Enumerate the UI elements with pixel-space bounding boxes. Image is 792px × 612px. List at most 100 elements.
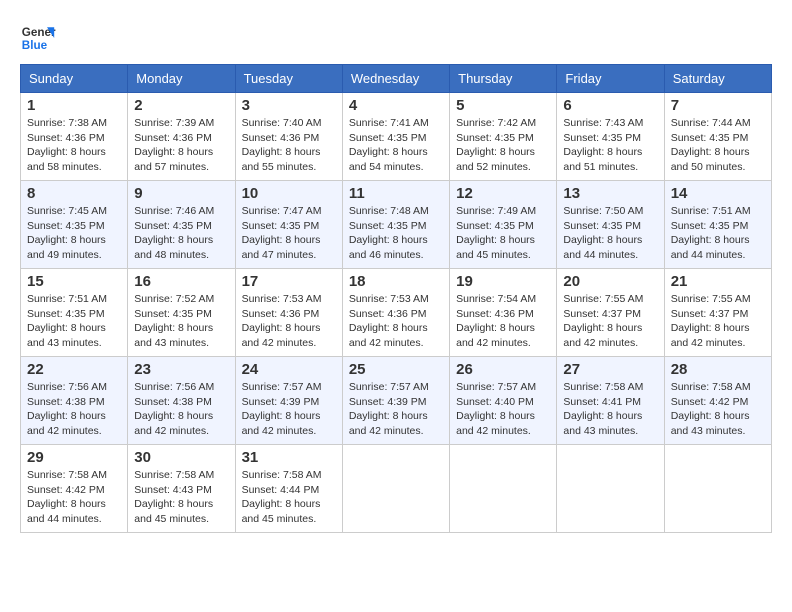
- day-detail: Sunrise: 7:51 AMSunset: 4:35 PMDaylight:…: [27, 292, 121, 351]
- logo-icon: General Blue: [20, 20, 56, 56]
- day-detail: Sunrise: 7:57 AMSunset: 4:40 PMDaylight:…: [456, 380, 550, 439]
- calendar-cell: 15 Sunrise: 7:51 AMSunset: 4:35 PMDayligh…: [21, 269, 128, 357]
- calendar-cell: 27Sunrise: 7:58 AMSunset: 4:41 PMDayligh…: [557, 357, 664, 445]
- day-number: 27: [563, 361, 657, 378]
- header-row: SundayMondayTuesdayWednesdayThursdayFrid…: [21, 65, 772, 93]
- day-detail: Sunrise: 7:52 AMSunset: 4:35 PMDaylight:…: [134, 292, 228, 351]
- day-number: 25: [349, 361, 443, 378]
- calendar-cell: 22Sunrise: 7:56 AMSunset: 4:38 PMDayligh…: [21, 357, 128, 445]
- day-detail: Sunrise: 7:53 AMSunset: 4:36 PMDaylight:…: [349, 292, 443, 351]
- calendar-cell: 23Sunrise: 7:56 AMSunset: 4:38 PMDayligh…: [128, 357, 235, 445]
- day-number: 18: [349, 273, 443, 290]
- day-number: 5: [456, 97, 550, 114]
- calendar-cell: 19 Sunrise: 7:54 AMSunset: 4:36 PMDayligh…: [450, 269, 557, 357]
- calendar-cell: 25 Sunrise: 7:57 AMSunset: 4:39 PMDayligh…: [342, 357, 449, 445]
- day-number: 20: [563, 273, 657, 290]
- day-detail: Sunrise: 7:45 AMSunset: 4:35 PMDaylight:…: [27, 204, 121, 263]
- day-detail: Sunrise: 7:38 AMSunset: 4:36 PMDaylight:…: [27, 116, 121, 175]
- day-number: 21: [671, 273, 765, 290]
- calendar-cell: 14 Sunrise: 7:51 AMSunset: 4:35 PMDayligh…: [664, 181, 771, 269]
- calendar-cell: 28 Sunrise: 7:58 AMSunset: 4:42 PMDayligh…: [664, 357, 771, 445]
- calendar-cell: 4 Sunrise: 7:41 AMSunset: 4:35 PMDaylight…: [342, 93, 449, 181]
- day-detail: Sunrise: 7:47 AMSunset: 4:35 PMDaylight:…: [242, 204, 336, 263]
- day-number: 19: [456, 273, 550, 290]
- day-number: 17: [242, 273, 336, 290]
- day-number: 13: [563, 185, 657, 202]
- day-detail: Sunrise: 7:54 AMSunset: 4:36 PMDaylight:…: [456, 292, 550, 351]
- col-header-sunday: Sunday: [21, 65, 128, 93]
- day-number: 11: [349, 185, 443, 202]
- day-detail: Sunrise: 7:56 AMSunset: 4:38 PMDaylight:…: [134, 380, 228, 439]
- calendar-cell: 2 Sunrise: 7:39 AMSunset: 4:36 PMDaylight…: [128, 93, 235, 181]
- day-detail: Sunrise: 7:58 AMSunset: 4:42 PMDaylight:…: [27, 468, 121, 527]
- day-number: 4: [349, 97, 443, 114]
- day-number: 24: [242, 361, 336, 378]
- calendar-cell: 18 Sunrise: 7:53 AMSunset: 4:36 PMDayligh…: [342, 269, 449, 357]
- day-number: 28: [671, 361, 765, 378]
- day-number: 2: [134, 97, 228, 114]
- col-header-saturday: Saturday: [664, 65, 771, 93]
- calendar-cell: 5 Sunrise: 7:42 AMSunset: 4:35 PMDaylight…: [450, 93, 557, 181]
- calendar-cell: [342, 445, 449, 533]
- day-number: 12: [456, 185, 550, 202]
- col-header-tuesday: Tuesday: [235, 65, 342, 93]
- day-number: 1: [27, 97, 121, 114]
- day-number: 7: [671, 97, 765, 114]
- calendar-cell: 17Sunrise: 7:53 AMSunset: 4:36 PMDayligh…: [235, 269, 342, 357]
- calendar-cell: 12 Sunrise: 7:49 AMSunset: 4:35 PMDayligh…: [450, 181, 557, 269]
- day-number: 16: [134, 273, 228, 290]
- day-detail: Sunrise: 7:55 AMSunset: 4:37 PMDaylight:…: [563, 292, 657, 351]
- day-detail: Sunrise: 7:49 AMSunset: 4:35 PMDaylight:…: [456, 204, 550, 263]
- day-number: 14: [671, 185, 765, 202]
- col-header-monday: Monday: [128, 65, 235, 93]
- day-number: 9: [134, 185, 228, 202]
- col-header-thursday: Thursday: [450, 65, 557, 93]
- calendar-cell: 11 Sunrise: 7:48 AMSunset: 4:35 PMDayligh…: [342, 181, 449, 269]
- day-detail: Sunrise: 7:43 AMSunset: 4:35 PMDaylight:…: [563, 116, 657, 175]
- calendar-cell: 6 Sunrise: 7:43 AMSunset: 4:35 PMDaylight…: [557, 93, 664, 181]
- col-header-friday: Friday: [557, 65, 664, 93]
- day-number: 3: [242, 97, 336, 114]
- day-number: 26: [456, 361, 550, 378]
- day-detail: Sunrise: 7:50 AMSunset: 4:35 PMDaylight:…: [563, 204, 657, 263]
- day-detail: Sunrise: 7:58 AMSunset: 4:44 PMDaylight:…: [242, 468, 336, 527]
- calendar-cell: 7 Sunrise: 7:44 AMSunset: 4:35 PMDaylight…: [664, 93, 771, 181]
- day-detail: Sunrise: 7:39 AMSunset: 4:36 PMDaylight:…: [134, 116, 228, 175]
- week-row-4: 22 Sunrise: 7:56 AMSunset: 4:38 PMDayligh…: [21, 357, 772, 445]
- logo: General Blue: [20, 20, 56, 56]
- calendar-cell: [664, 445, 771, 533]
- week-row-1: 1 Sunrise: 7:38 AMSunset: 4:36 PMDaylight…: [21, 93, 772, 181]
- calendar-cell: 8Sunrise: 7:45 AMSunset: 4:35 PMDaylight…: [21, 181, 128, 269]
- calendar-cell: 10 Sunrise: 7:47 AMSunset: 4:35 PMDayligh…: [235, 181, 342, 269]
- day-detail: Sunrise: 7:48 AMSunset: 4:35 PMDaylight:…: [349, 204, 443, 263]
- day-number: 15: [27, 273, 121, 290]
- day-detail: Sunrise: 7:57 AMSunset: 4:39 PMDaylight:…: [242, 380, 336, 439]
- day-detail: Sunrise: 7:42 AMSunset: 4:35 PMDaylight:…: [456, 116, 550, 175]
- day-detail: Sunrise: 7:46 AMSunset: 4:35 PMDaylight:…: [134, 204, 228, 263]
- day-detail: Sunrise: 7:57 AMSunset: 4:39 PMDaylight:…: [349, 380, 443, 439]
- calendar-cell: 1 Sunrise: 7:38 AMSunset: 4:36 PMDaylight…: [21, 93, 128, 181]
- calendar-cell: 31 Sunrise: 7:58 AMSunset: 4:44 PMDayligh…: [235, 445, 342, 533]
- calendar-cell: 26 Sunrise: 7:57 AMSunset: 4:40 PMDayligh…: [450, 357, 557, 445]
- day-number: 29: [27, 449, 121, 466]
- day-detail: Sunrise: 7:51 AMSunset: 4:35 PMDaylight:…: [671, 204, 765, 263]
- header: General Blue: [20, 20, 772, 56]
- week-row-3: 15 Sunrise: 7:51 AMSunset: 4:35 PMDayligh…: [21, 269, 772, 357]
- day-number: 31: [242, 449, 336, 466]
- calendar-cell: 16 Sunrise: 7:52 AMSunset: 4:35 PMDayligh…: [128, 269, 235, 357]
- day-detail: Sunrise: 7:58 AMSunset: 4:42 PMDaylight:…: [671, 380, 765, 439]
- calendar-cell: [557, 445, 664, 533]
- calendar-table: SundayMondayTuesdayWednesdayThursdayFrid…: [20, 64, 772, 533]
- svg-text:Blue: Blue: [22, 39, 48, 52]
- day-number: 6: [563, 97, 657, 114]
- day-number: 10: [242, 185, 336, 202]
- calendar-cell: 24 Sunrise: 7:57 AMSunset: 4:39 PMDayligh…: [235, 357, 342, 445]
- page-container: General Blue SundayMondayTuesdayWednesda…: [20, 20, 772, 533]
- col-header-wednesday: Wednesday: [342, 65, 449, 93]
- day-detail: Sunrise: 7:55 AMSunset: 4:37 PMDaylight:…: [671, 292, 765, 351]
- day-detail: Sunrise: 7:44 AMSunset: 4:35 PMDaylight:…: [671, 116, 765, 175]
- calendar-cell: 21 Sunrise: 7:55 AMSunset: 4:37 PMDayligh…: [664, 269, 771, 357]
- day-detail: Sunrise: 7:40 AMSunset: 4:36 PMDaylight:…: [242, 116, 336, 175]
- day-number: 22: [27, 361, 121, 378]
- day-detail: Sunrise: 7:41 AMSunset: 4:35 PMDaylight:…: [349, 116, 443, 175]
